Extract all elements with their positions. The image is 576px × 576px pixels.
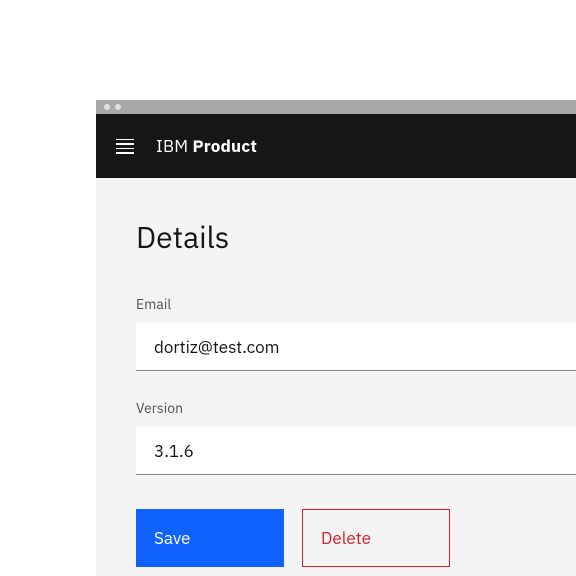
delete-button[interactable]: Delete [302,509,450,567]
version-field[interactable] [136,427,576,475]
app-header: IBM Product [96,114,576,178]
button-row: Save Delete [136,509,576,567]
window-control-dot[interactable] [104,104,110,110]
window-control-dot[interactable] [115,104,121,110]
email-label: Email [136,295,576,313]
app-window: IBM Product Details Email Version Save D… [96,100,576,576]
save-button[interactable]: Save [136,509,284,567]
menu-icon[interactable] [116,137,134,155]
brand-bold: Product [193,135,258,157]
brand-label: IBM Product [156,135,257,157]
version-label: Version [136,399,576,417]
page-title: Details [136,218,576,257]
email-field[interactable] [136,323,576,371]
main-content: Details Email Version Save Delete [96,178,576,567]
brand-light: IBM [156,135,193,157]
window-titlebar [96,100,576,114]
